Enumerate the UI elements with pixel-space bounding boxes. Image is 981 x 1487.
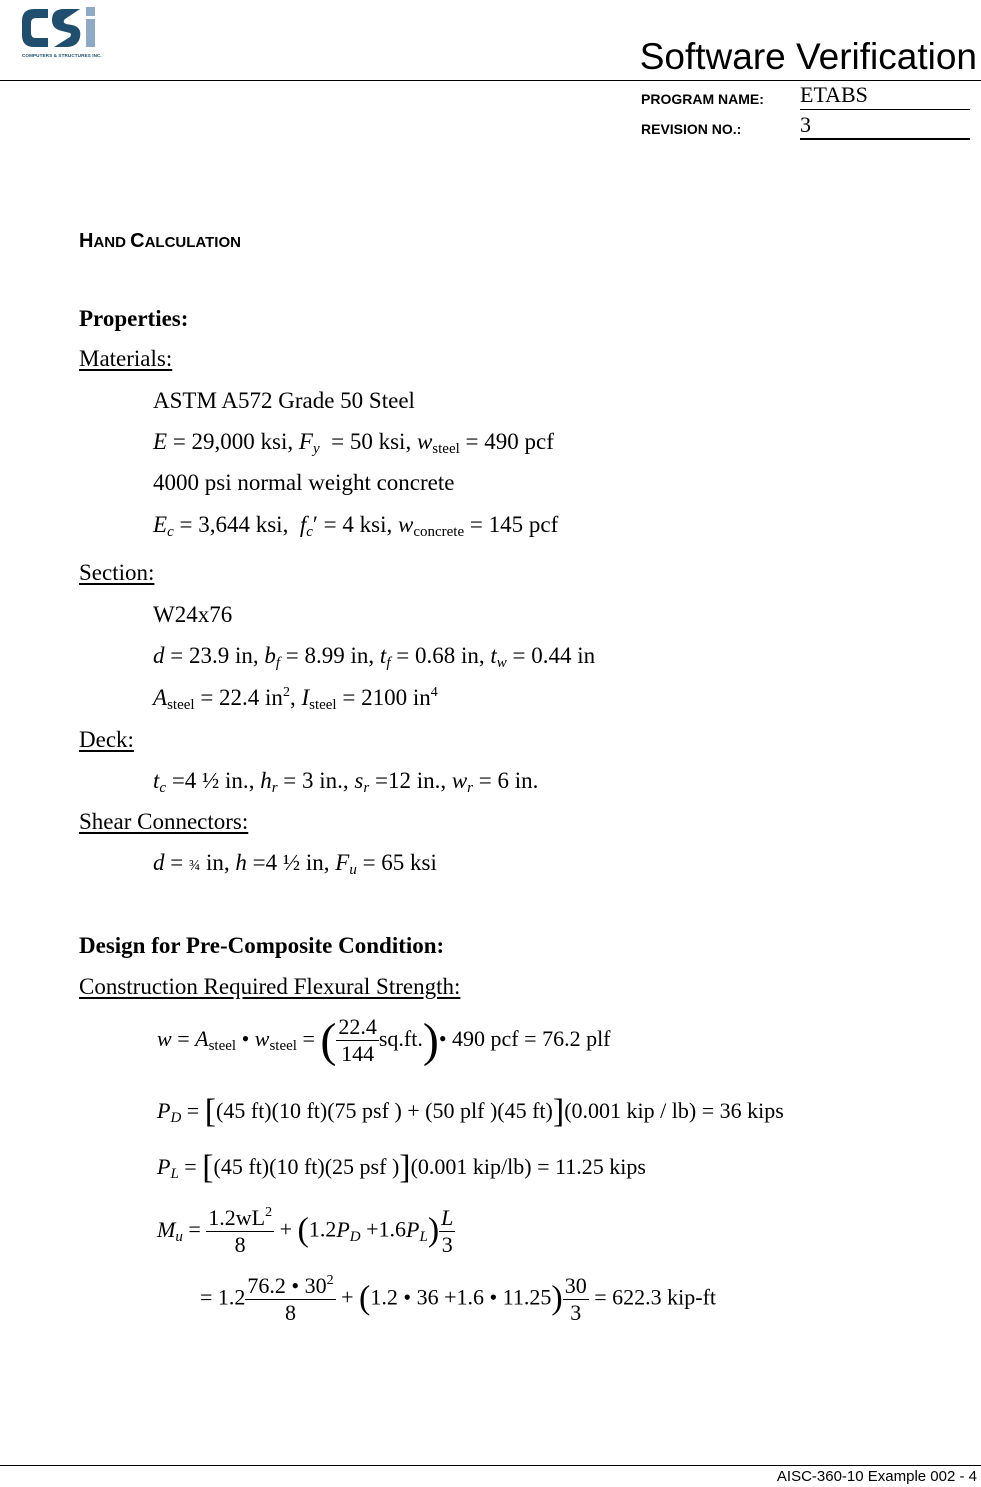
i-steel-value: 2100 in (361, 685, 431, 710)
sub-paren-body: 1.2 • 36 +1.6 • 11.25 (370, 1284, 552, 1310)
deck-properties-line: tc =4 ½ in., hr = 3 in., sr =12 in., wr … (153, 768, 539, 796)
fu-value: 65 ksi (381, 850, 437, 875)
revision-value: 3 (800, 112, 811, 137)
heading-rest-1: AND (93, 234, 131, 251)
logo-letter-c (22, 9, 48, 47)
equation-live-load: PL = [(45 ft)(10 ft)(25 psf )](0.001 kip… (157, 1149, 646, 1186)
area-numerator: 22.4 (336, 1014, 379, 1042)
area-fraction: 22.4 144 (336, 1014, 379, 1067)
equation-moment-substituted: = 1.2 76.2 • 302 8 + (1.2 • 36 +1.6 • 11.2… (200, 1273, 717, 1326)
sub-fraction-2: 30 3 (562, 1273, 589, 1326)
moment-den-2: 3 (441, 1232, 453, 1257)
moment-result: 622.3 kip-ft (612, 1284, 717, 1310)
shear-connectors-label: Shear Connectors: (79, 809, 249, 834)
shear-connector-properties-line: d = ¾ in, h =4 ½ in, Fu = 65 ksi (153, 850, 437, 878)
fc-value: 4 ksi (342, 512, 387, 537)
tw-value: 0.44 in (531, 643, 596, 668)
hr-value: 3 in. (302, 768, 343, 793)
revision-underline (800, 138, 970, 140)
logo-letter-i-dot (86, 7, 95, 16)
heading-cap-c: C (130, 230, 145, 252)
moment-num-1: 1.2wL (208, 1205, 266, 1230)
sub-den-2: 3 (570, 1300, 582, 1325)
footer-divider (0, 1465, 981, 1466)
equation-self-weight: w = Asteel • wsteel = (22.4 144 sq.ft.)• 4… (157, 1014, 611, 1067)
moment-den-1: 8 (234, 1232, 246, 1257)
heading-rest-2: ALCULATION (144, 234, 241, 251)
stud-d-value: ¾ (188, 858, 201, 874)
steel-properties-line: E = 29,000 ksi, Fy = 50 ksi, wsteel = 49… (153, 429, 554, 457)
sub-lead-factor: 1.2 (217, 1284, 246, 1310)
header-divider (0, 80, 981, 81)
section-shape: W24x76 (153, 602, 233, 627)
sub-den-1: 8 (285, 1300, 297, 1325)
tc-value: 4 ½ in. (184, 768, 249, 793)
area-denominator: 144 (341, 1041, 375, 1067)
program-name-value: ETABS (800, 82, 868, 107)
design-subheading: Construction Required Flexural Strength: (79, 974, 461, 999)
w-concrete-value: 145 pcf (488, 512, 559, 537)
tf-value: 0.68 in (414, 643, 479, 668)
logo-letter-i-stem (86, 19, 95, 47)
design-heading: Design for Pre-Composite Condition: (79, 933, 445, 958)
heading-cap-h: H (79, 230, 94, 252)
sub-num-1: 76.2 • 30 (247, 1273, 327, 1298)
program-name-underline (800, 109, 970, 110)
dead-load-result: 36 kips (719, 1098, 784, 1123)
area-unit: sq.ft. (378, 1026, 423, 1051)
sub-num-2: 30 (562, 1273, 589, 1300)
deck-label: Deck: (79, 727, 134, 752)
dead-factor: 1.2 (308, 1216, 337, 1242)
live-load-result: 11.25 kips (555, 1154, 646, 1179)
logo-subtitle: COMPUTERS & STRUCTURES INC. (22, 53, 102, 58)
concrete-properties-line: Ec = 3,644 ksi, fc′ = 4 ksi, wconcrete =… (153, 512, 559, 540)
live-load-conversion: (0.001 kip/lb) (410, 1154, 532, 1179)
steel-grade: ASTM A572 Grade 50 Steel (153, 388, 415, 413)
steel-density: 490 pcf (452, 1026, 519, 1051)
section-area-inertia-line: Asteel = 22.4 in2, Isteel = 2100 in4 (153, 685, 438, 713)
moment-num-2: L (441, 1205, 454, 1230)
concrete-description: 4000 psi normal weight concrete (153, 470, 455, 495)
sub-fraction-1: 76.2 • 302 8 (245, 1273, 336, 1325)
moment-fraction-1: 1.2wL2 8 (206, 1205, 275, 1257)
sr-value: 12 in. (387, 768, 441, 793)
wr-value: 6 in. (497, 768, 539, 793)
equation-dead-load: PD = [(45 ft)(10 ft)(75 psf ) + (50 plf … (157, 1093, 784, 1130)
live-factor: 1.6 (378, 1216, 407, 1242)
footer-text: AISC-360-10 Example 002 - 4 (776, 1468, 977, 1485)
page-title: Software Verification (639, 36, 977, 77)
logo-letter-s (52, 9, 81, 47)
dead-load-conversion: (0.001 kip / lb) (564, 1098, 697, 1123)
section-label: Section: (79, 560, 155, 585)
d-value: 23.9 in (188, 643, 253, 668)
a-steel-value: 22.4 in (219, 685, 283, 710)
live-load-body: (45 ft)(10 ft)(25 psf ) (213, 1154, 400, 1179)
moment-fraction-2: L3 (439, 1205, 456, 1258)
program-name-label: PROGRAM NAME: (641, 91, 764, 107)
dead-load-body: (45 ft)(10 ft)(75 psf ) + (50 plf )(45 f… (216, 1098, 553, 1123)
w-steel-value: 490 pcf (484, 429, 554, 454)
properties-heading: Properties: (79, 306, 189, 331)
fy-value: 50 ksi (349, 429, 406, 454)
self-weight-result: 76.2 plf (542, 1026, 611, 1051)
stud-h-value: 4 ½ in (265, 850, 324, 875)
revision-label: REVISION NO.: (641, 121, 742, 137)
materials-label: Materials: (79, 346, 173, 371)
e-value: 29,000 ksi (191, 429, 288, 454)
equation-moment: Mu = 1.2wL2 8 + (1.2PD +1.6PL) L 3 (157, 1205, 456, 1258)
section-dimensions-line: d = 23.9 in, bf = 8.99 in, tf = 0.68 in,… (153, 643, 596, 671)
section-heading: HAND CALCULATION (79, 230, 241, 253)
ec-value: 3,644 ksi (198, 512, 283, 537)
bf-value: 8.99 in (304, 643, 369, 668)
